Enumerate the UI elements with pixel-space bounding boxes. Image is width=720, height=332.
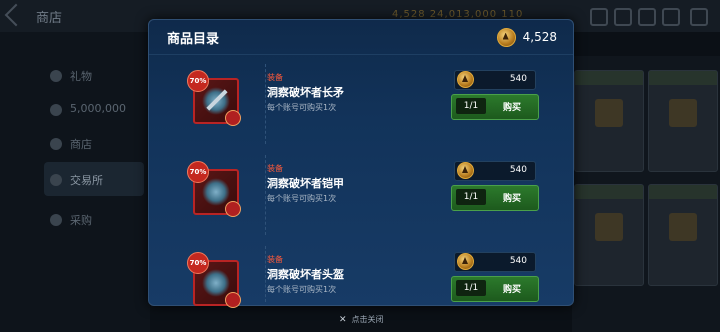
chat-icon[interactable] bbox=[638, 8, 656, 26]
price-value: 540 bbox=[509, 74, 527, 84]
sidebar-item-label[interactable]: 商店 bbox=[70, 136, 92, 152]
sidebar-item-label[interactable]: 采购 bbox=[70, 212, 92, 228]
product-catalog-modal: 商品目录 4,528 70% 装备 洞察破坏者长矛 每个账号可购买1次 540 … bbox=[148, 19, 574, 308]
background-card-panel bbox=[572, 56, 720, 332]
mail-icon[interactable] bbox=[614, 8, 632, 26]
close-icon[interactable]: ✕ bbox=[339, 315, 347, 325]
equipment-corner-icon bbox=[225, 201, 241, 217]
gold-coin-icon bbox=[457, 162, 474, 179]
background-card bbox=[574, 184, 644, 286]
gold-coin-icon bbox=[457, 253, 474, 270]
sidebar-icon bbox=[50, 104, 62, 116]
sidebar-item-label[interactable]: 礼物 bbox=[70, 68, 92, 84]
user-icon[interactable] bbox=[662, 8, 680, 26]
quantity-label: 1/1 bbox=[456, 98, 486, 114]
item-name: 洞察破坏者长矛 bbox=[267, 86, 344, 99]
item-name: 洞察破坏者头盔 bbox=[267, 268, 344, 281]
sidebar-item-label[interactable]: 5,000,000 bbox=[70, 102, 126, 115]
item-name: 洞察破坏者铠甲 bbox=[267, 177, 344, 190]
item-limit: 每个账号可购买1次 bbox=[267, 285, 337, 294]
background-sidebar: 礼物 5,000,000 商店 交易所 采购 bbox=[0, 32, 150, 332]
back-arrow-icon[interactable] bbox=[4, 3, 28, 27]
price-box: 540 bbox=[454, 161, 536, 181]
currency-display: 4,528 bbox=[496, 27, 557, 47]
modal-title: 商品目录 bbox=[167, 32, 220, 47]
sidebar-item-label[interactable]: 交易所 bbox=[70, 172, 103, 188]
background-title: 商店 bbox=[36, 11, 63, 26]
gold-coin-icon bbox=[457, 71, 474, 88]
close-hint-label: 点击关闭 bbox=[351, 315, 384, 324]
price-value: 540 bbox=[509, 165, 527, 175]
buy-button[interactable]: 1/1 购买 bbox=[451, 276, 539, 302]
quantity-label: 1/1 bbox=[456, 280, 486, 296]
discount-badge: 70% bbox=[187, 161, 209, 183]
buy-label: 购买 bbox=[502, 285, 521, 295]
discount-badge: 70% bbox=[187, 70, 209, 92]
buy-button[interactable]: 1/1 购买 bbox=[451, 185, 539, 211]
equipment-corner-icon bbox=[225, 292, 241, 308]
item-category: 装备 bbox=[267, 255, 283, 264]
price-box: 540 bbox=[454, 252, 536, 272]
buy-label: 购买 bbox=[502, 194, 521, 204]
currency-value: 4,528 bbox=[522, 30, 557, 44]
modal-header: 商品目录 4,528 bbox=[149, 20, 573, 55]
price-box: 540 bbox=[454, 70, 536, 90]
menu-icon[interactable] bbox=[690, 8, 708, 26]
item-limit: 每个账号可购买1次 bbox=[267, 194, 337, 203]
sidebar-icon bbox=[50, 214, 62, 226]
list-item: 70% 装备 洞察破坏者铠甲 每个账号可购买1次 540 1/1 购买 bbox=[149, 155, 573, 241]
buy-button[interactable]: 1/1 购买 bbox=[451, 94, 539, 120]
sidebar-icon bbox=[50, 174, 62, 186]
gold-coin-icon bbox=[496, 27, 516, 47]
sidebar-icon bbox=[50, 70, 62, 82]
close-hint[interactable]: ✕ 点击关闭 bbox=[339, 314, 384, 325]
sidebar-icon bbox=[50, 138, 62, 150]
quantity-label: 1/1 bbox=[456, 189, 486, 205]
item-category: 装备 bbox=[267, 73, 283, 82]
buy-label: 购买 bbox=[502, 103, 521, 113]
item-limit: 每个账号可购买1次 bbox=[267, 103, 337, 112]
list-item: 70% 装备 洞察破坏者长矛 每个账号可购买1次 540 1/1 购买 bbox=[149, 64, 573, 150]
background-card bbox=[648, 184, 718, 286]
item-category: 装备 bbox=[267, 164, 283, 173]
equipment-corner-icon bbox=[225, 110, 241, 126]
discount-badge: 70% bbox=[187, 252, 209, 274]
background-card bbox=[648, 70, 718, 172]
background-card bbox=[574, 70, 644, 172]
price-value: 540 bbox=[509, 256, 527, 266]
bell-icon[interactable] bbox=[590, 8, 608, 26]
